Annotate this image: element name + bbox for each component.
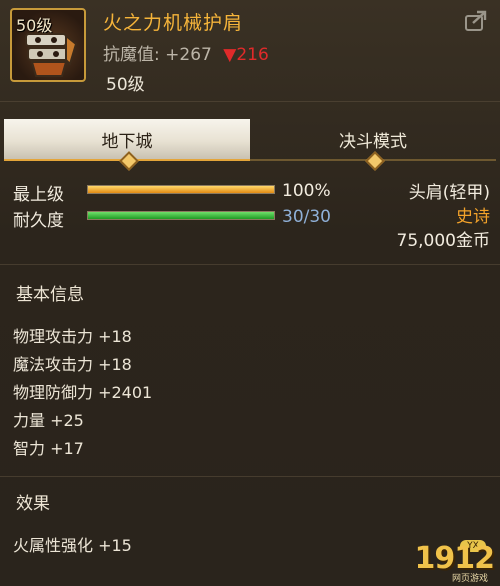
mode-tabs: 地下城 决斗模式: [4, 119, 496, 171]
tab-dungeon[interactable]: 地下城: [4, 119, 250, 171]
max-grade-bar: [87, 185, 275, 194]
header-divider: [0, 101, 500, 102]
item-tooltip-panel: 50级 火之力机械护肩 抗魔值: +267 ▼216 50级 地下城 决斗模式: [0, 0, 500, 586]
tab-dungeon-label: 地下城: [101, 131, 153, 152]
effect-fire-enhance: 火属性强化 +15: [13, 536, 132, 555]
item-level: 50级: [106, 75, 145, 95]
share-icon[interactable]: [464, 10, 488, 32]
tab-duel-marker-icon: [365, 151, 385, 171]
resist-line: 抗魔值: +267 ▼216: [103, 40, 269, 65]
stat-intelligence: 智力 +17: [13, 439, 84, 458]
item-name: 火之力机械护肩: [103, 12, 244, 34]
durability-bar: [87, 211, 275, 220]
bars-divider: [0, 264, 500, 265]
max-grade-value: 100%: [282, 181, 331, 201]
durability-value: 30/30: [282, 207, 331, 227]
max-grade-label: 最上级: [13, 185, 64, 205]
effects-title: 效果: [16, 494, 50, 514]
basic-info-title: 基本信息: [16, 285, 84, 305]
resist-change: ▼216: [223, 45, 269, 65]
stat-physical-defense: 物理防御力 +2401: [13, 383, 153, 402]
tab-dungeon-marker-icon: [119, 151, 139, 171]
tab-duel-mode-label: 决斗模式: [339, 131, 407, 152]
shoulder-armor-icon: [25, 33, 78, 77]
tab-duel-mode[interactable]: 决斗模式: [250, 119, 496, 171]
resist-label: 抗魔值:: [103, 45, 160, 65]
stats-divider: [0, 476, 500, 477]
item-type: 头肩(轻甲): [408, 183, 490, 203]
max-grade-bar-fill: [88, 186, 274, 193]
durability-bar-fill: [88, 212, 274, 219]
item-price: 75,000金币: [396, 231, 490, 251]
item-icon[interactable]: 50级: [10, 8, 86, 82]
item-rarity: 史诗: [456, 207, 490, 227]
durability-label: 耐久度: [13, 211, 64, 231]
stat-strength: 力量 +25: [13, 411, 84, 430]
resist-value: +267: [165, 45, 212, 65]
stat-physical-attack: 物理攻击力 +18: [13, 327, 132, 346]
watermark-subtitle: 网页游戏: [451, 574, 488, 584]
stat-magic-attack: 魔法攻击力 +18: [13, 355, 132, 374]
